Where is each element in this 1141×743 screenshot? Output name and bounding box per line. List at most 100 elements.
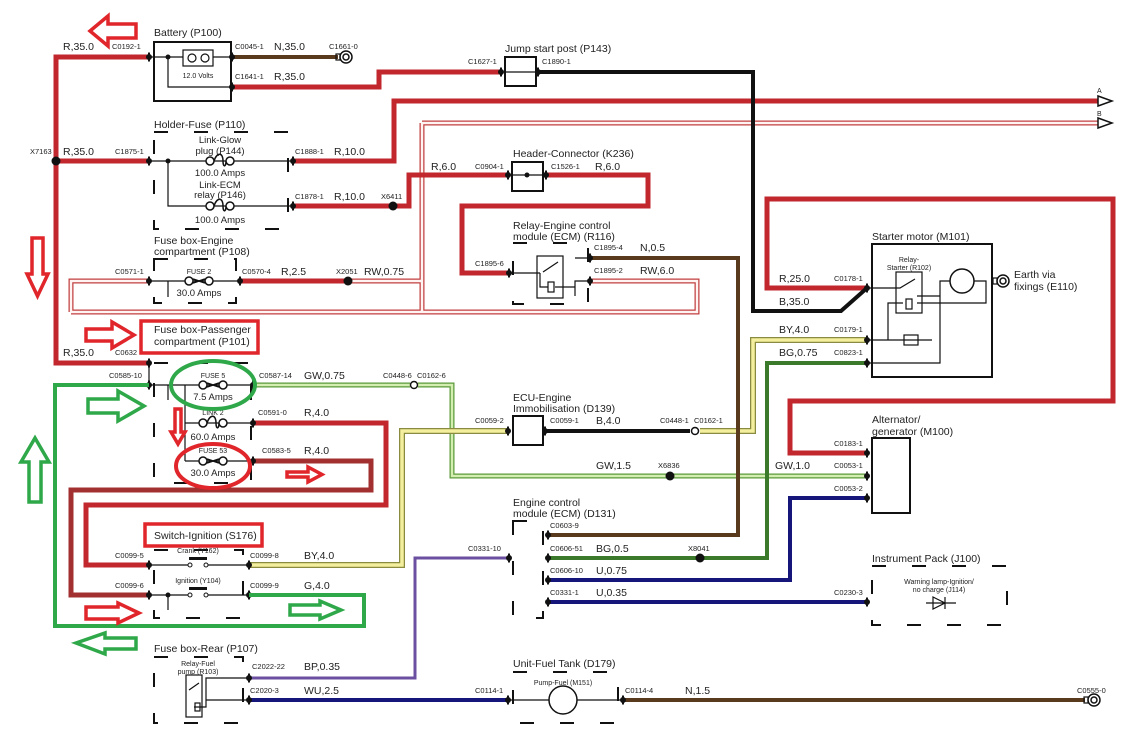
wire-bp (249, 556, 509, 680)
wire-label: BY,4.0 (304, 550, 334, 562)
connector-label: C1895-4 (594, 243, 623, 252)
instrument-title: Instrument Pack (J100) (872, 553, 981, 565)
relay-starter-label-1: Relay- (899, 257, 920, 264)
arrow-down-icon (167, 407, 189, 448)
harness-label-b: B (1097, 111, 1102, 118)
connector-label: C0178-1 (834, 274, 863, 283)
connector-label: C1878-1 (295, 192, 324, 201)
arrow-left-icon (70, 630, 138, 657)
connector-label: C0099-9 (250, 581, 279, 590)
connector-label: C0606-10 (550, 566, 583, 575)
connector-label: C1890-1 (542, 57, 571, 66)
relay-fuel-label-1: Relay-Fuel (181, 661, 215, 668)
harness-arrow-b-icon (1097, 116, 1115, 130)
splice-label: X6411 (381, 192, 402, 201)
connector-label: C0053-2 (834, 484, 863, 493)
connector-label: C1661-0 (329, 42, 358, 51)
earth-label-2: fixings (E110) (1014, 281, 1077, 293)
splice-label: X7163 (30, 147, 52, 156)
link-2-label: LINK 2 (202, 410, 224, 417)
connector-label: C0632 (115, 348, 137, 357)
connector-label: C0059-2 (475, 416, 504, 425)
connector-label: C0045-1 (235, 42, 264, 51)
wire-label: B,35.0 (779, 296, 810, 308)
ground-c0555-icon (1083, 693, 1101, 707)
ecu-immob-title-2: Immobilisation (D139) (513, 403, 615, 415)
fuse-2-label: FUSE 2 (187, 269, 212, 276)
relay-fuel-label-2: pump (R103) (178, 669, 219, 676)
fuse-2-rating: 30.0 Amps (177, 288, 222, 299)
wire-label: BG,0.5 (596, 543, 629, 555)
fuel-tank-title: Unit-Fuel Tank (D179) (513, 658, 616, 670)
connector-label: C0162-1 (694, 416, 723, 425)
connector-label: C0114-4 (625, 686, 653, 695)
connector-label: C0448-6 (383, 371, 412, 380)
connector-label: C0099-6 (115, 581, 144, 590)
wire-label: R,35.0 (63, 146, 94, 158)
wire-label: GW,0.75 (304, 370, 345, 382)
wire-label: R,35.0 (63, 347, 94, 359)
ecm-title-2: module (ECM) (D131) (513, 508, 616, 520)
wire-label: R,10.0 (334, 191, 365, 203)
wire-label: G,4.0 (304, 580, 330, 592)
connector-label: C0053-1 (834, 461, 863, 470)
connector-label: C0114-1 (475, 686, 503, 695)
connector-label: C0183-1 (834, 439, 863, 448)
splice-label: X8041 (688, 544, 710, 553)
connector-label: C0230-3 (834, 588, 863, 597)
wire-label: R,35.0 (63, 41, 94, 53)
connector-label: C0192-1 (112, 42, 141, 51)
connector-label: C0331-1 (550, 588, 579, 597)
wire-label: R,10.0 (334, 146, 365, 158)
connector-label: C0585-10 (109, 371, 142, 380)
connector-label: C0162-6 (417, 371, 446, 380)
wire-label: GW,1.5 (596, 460, 631, 472)
starter-motor: Starter motor (M101) Relay- Starter (R10… (867, 231, 1077, 378)
wire-label: R,4.0 (304, 445, 329, 457)
connector-label: C1895-6 (475, 259, 504, 268)
wire-labels: R,35.0 N,35.0 R,35.0 R,35.0 R,10.0 R,10.… (63, 41, 818, 697)
ignition-label: Ignition (Y104) (175, 578, 221, 585)
connector-label: C0583-5 (262, 446, 291, 455)
fuse-53-label: FUSE 53 (199, 448, 228, 455)
link-ecm-rating: 100.0 Amps (195, 215, 245, 226)
fuse-engine-title-2: compartment (P108) (154, 246, 250, 258)
connector-label: C2020-3 (250, 686, 279, 695)
connector-label: C1875-1 (115, 147, 144, 156)
alternator-title-1: Alternator/ (872, 414, 921, 426)
wire-label: N,35.0 (274, 41, 305, 53)
wire-black (536, 70, 869, 433)
unit-fuel-tank: Unit-Fuel Tank (D179) Pump-Fuel (M151) (508, 658, 623, 724)
wire-label: RW,0.75 (364, 266, 404, 278)
wire-label: R,6.0 (595, 161, 620, 173)
arrow-down-icon (24, 236, 51, 301)
connector-label: C1895-2 (594, 266, 623, 275)
header-connector-title: Header-Connector (K236) (513, 148, 634, 160)
arrow-right-icon (84, 600, 144, 626)
connector-label: C0099-8 (250, 551, 279, 560)
connector-label: C0587-14 (259, 371, 292, 380)
ground-c1661-icon (335, 50, 353, 64)
switch-ignition: Switch-Ignition (S176) Crank (Y162) Igni… (149, 530, 257, 619)
connector-label: C0591-0 (258, 408, 287, 417)
connector-label: C0904-1 (475, 162, 504, 171)
wire-label: R,4.0 (304, 407, 329, 419)
fuse-5-rating: 7.5 Amps (193, 392, 233, 403)
connector-label: C0179-1 (834, 325, 863, 334)
wire-label: BP,0.35 (304, 661, 340, 673)
splice-label: X6836 (658, 461, 680, 470)
link-ecm-label-2: relay (P146) (194, 190, 246, 201)
arrow-right-icon (288, 598, 346, 622)
alternator-title-2: generator (M100) (872, 426, 953, 438)
connector-label: C0606-51 (550, 544, 583, 553)
connector-label: C0448-1 (660, 416, 689, 425)
fuse-box-engine: Fuse box-Engine compartment (P108) FUSE … (149, 235, 250, 304)
connector-label: C0555-0 (1077, 686, 1106, 695)
warning-lamp-label-2: no charge (J114) (913, 587, 965, 594)
connector-label: C0571-1 (115, 267, 144, 276)
crank-label: Crank (Y162) (177, 548, 219, 555)
link-glow-label-1: Link-Glow (199, 135, 241, 146)
arrow-up-icon (17, 434, 53, 504)
pump-fuel-label: Pump-Fuel (M151) (534, 680, 592, 687)
wire-label: B,4.0 (596, 415, 621, 427)
